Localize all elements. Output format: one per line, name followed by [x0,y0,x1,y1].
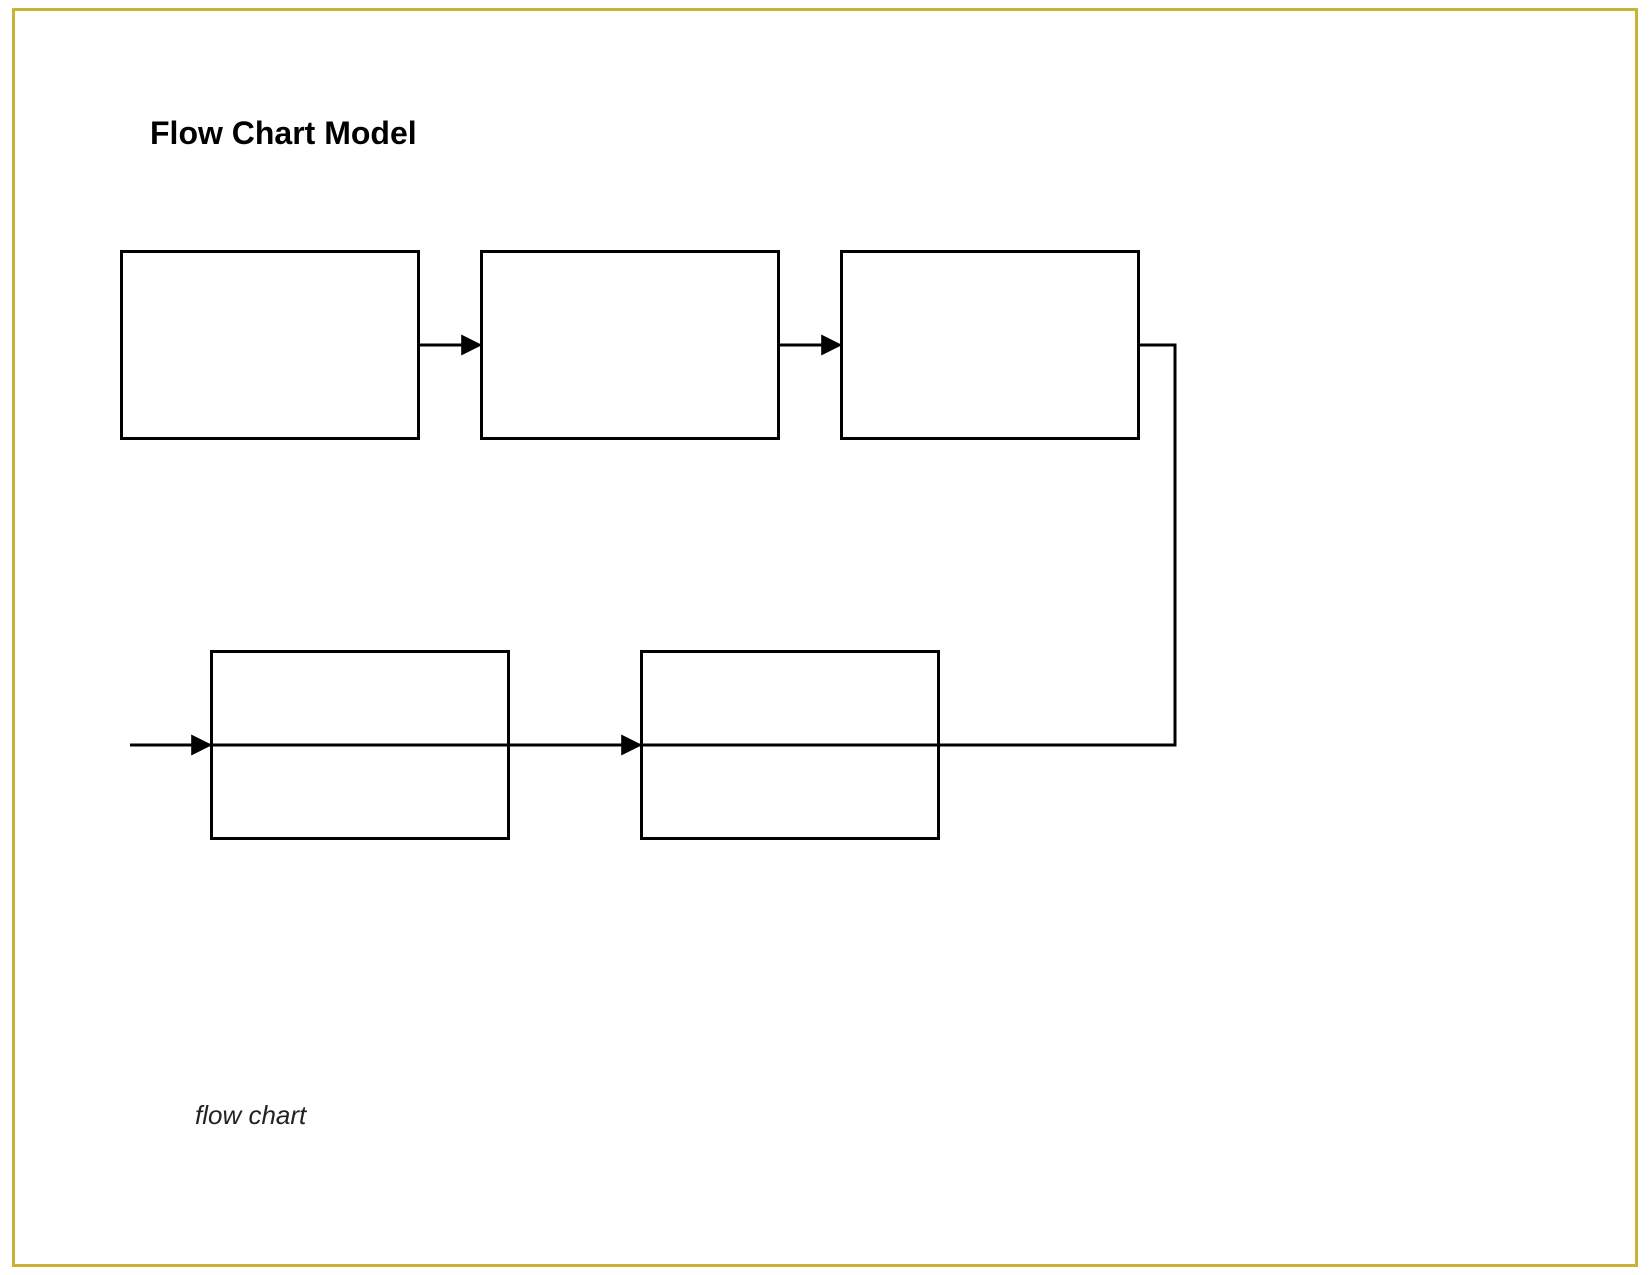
diagram-title: Flow Chart Model [150,115,417,152]
flow-box-2 [480,250,780,440]
diagram-caption: flow chart [195,1100,306,1131]
flow-box-4 [210,650,510,840]
flowchart-canvas: Flow Chart Model flow chart [0,0,1650,1275]
arrow-layer [0,0,1650,1275]
flow-box-1 [120,250,420,440]
flow-box-3 [840,250,1140,440]
flow-box-5 [640,650,940,840]
